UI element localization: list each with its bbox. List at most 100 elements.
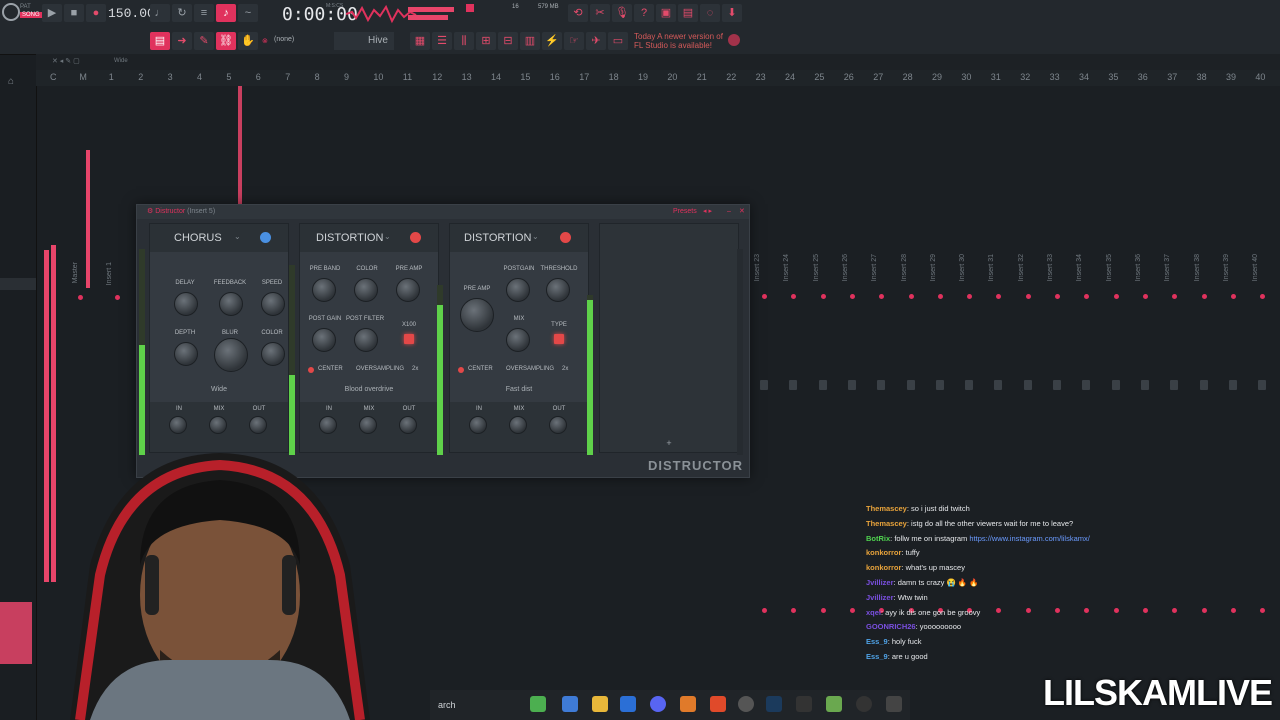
- loop-record-icon[interactable]: ↻: [172, 4, 192, 22]
- step-edit-icon[interactable]: ≡: [194, 4, 214, 22]
- insert-route-dot[interactable]: [1055, 294, 1060, 299]
- 4k-app-icon[interactable]: [856, 696, 872, 712]
- chat-icon[interactable]: ◌: [700, 4, 720, 22]
- pat-label[interactable]: PAT: [20, 4, 31, 10]
- insert-route-dot[interactable]: [762, 294, 767, 299]
- insert-route-dot[interactable]: [1260, 294, 1266, 299]
- insert-volume-fader[interactable]: [965, 380, 974, 390]
- add-module-button[interactable]: +: [600, 438, 738, 448]
- insert-route-dot[interactable]: [791, 294, 797, 299]
- feedback-knob[interactable]: [219, 292, 243, 316]
- dist1-color-knob[interactable]: [354, 278, 378, 302]
- help-icon[interactable]: ?: [634, 4, 654, 22]
- chorus-power-icon[interactable]: [260, 232, 271, 243]
- link-icon[interactable]: ⛓: [216, 32, 236, 50]
- dist2-center-led[interactable]: [458, 367, 464, 373]
- chat-username[interactable]: Themascey: [866, 519, 907, 528]
- post-gain-knob[interactable]: [312, 328, 336, 352]
- insert-volume-fader[interactable]: [818, 380, 827, 390]
- postgain-knob[interactable]: [506, 278, 530, 302]
- x100-toggle[interactable]: [404, 334, 414, 344]
- dist1-mode-select[interactable]: Blood overdrive: [300, 386, 438, 393]
- distortion2-power-icon[interactable]: [560, 232, 571, 243]
- preset-dropdown[interactable]: (none): [274, 36, 294, 43]
- insert-route-dot[interactable]: [1084, 294, 1090, 299]
- pencil-icon[interactable]: ✎: [194, 32, 214, 50]
- pin-icon[interactable]: ⌂: [8, 76, 14, 87]
- dist1-oversampling-value[interactable]: 2x: [412, 366, 418, 372]
- chat-username[interactable]: konkorror: [866, 563, 901, 572]
- insert-send-dot[interactable]: [849, 608, 855, 613]
- tempo-tapper-icon[interactable]: ✈: [586, 32, 606, 50]
- chat-link[interactable]: https://www.instagram.com/lilskamx/: [969, 534, 1089, 543]
- insert-route-dot[interactable]: [1230, 294, 1236, 299]
- distortion1-power-icon[interactable]: [410, 232, 421, 243]
- pre-band-knob[interactable]: [312, 278, 336, 302]
- insert-route-dot[interactable]: [1113, 294, 1119, 299]
- insert-route-dot[interactable]: [908, 294, 914, 299]
- link-target-icon[interactable]: ⊗: [262, 37, 268, 45]
- fl-logo-icon[interactable]: [2, 3, 20, 21]
- chorus-mode-select[interactable]: Wide: [150, 386, 288, 393]
- browser-icon[interactable]: ⊟: [498, 32, 518, 50]
- piano-roll-icon[interactable]: ▦: [410, 32, 430, 50]
- news-icon[interactable]: ▭: [608, 32, 628, 50]
- post-filter-knob[interactable]: [354, 328, 378, 352]
- timeline-ruler[interactable]: C M 1 2 3 4 5 6 7 8 9 10 11 12 13 14 15 16 17 18 19 20 21 22 23 2…: [36, 70, 1280, 86]
- dist2-in-knob[interactable]: [469, 416, 487, 434]
- taskbar-search[interactable]: arch: [438, 700, 456, 710]
- cut-icon[interactable]: ✂: [590, 4, 610, 22]
- insert-volume-fader[interactable]: [877, 380, 886, 390]
- insert-route-dot[interactable]: [967, 294, 973, 299]
- android-app-icon[interactable]: [530, 696, 546, 712]
- close-icon[interactable]: ✕: [739, 205, 745, 219]
- dist2-mix-knob[interactable]: [506, 328, 530, 352]
- insert-volume-fader[interactable]: [1228, 380, 1237, 390]
- insert-route-dot[interactable]: [820, 294, 826, 299]
- chat-username[interactable]: Ess_9: [866, 652, 888, 661]
- mixer-icon[interactable]: ⫼: [454, 32, 474, 50]
- touch-icon[interactable]: ☞: [564, 32, 584, 50]
- blur-knob[interactable]: [214, 338, 248, 372]
- dist2-oversampling-value[interactable]: 2x: [562, 366, 568, 372]
- insert-route-dot[interactable]: [1172, 294, 1178, 299]
- dist1-in-knob[interactable]: [319, 416, 337, 434]
- arrow-right-icon[interactable]: ➜: [172, 32, 192, 50]
- app-icon[interactable]: [796, 696, 812, 712]
- distortion2-header[interactable]: DISTORTION ⌄: [450, 224, 588, 252]
- wait-input-icon[interactable]: ~: [238, 4, 258, 22]
- insert-volume-fader[interactable]: [1053, 380, 1061, 390]
- chat-username[interactable]: konkorror: [866, 548, 901, 557]
- obs-icon[interactable]: [738, 696, 754, 712]
- insert-route-dot[interactable]: [996, 294, 1002, 299]
- insert-send-dot[interactable]: [820, 608, 826, 613]
- mic-icon[interactable]: 🎙: [612, 4, 632, 22]
- insert-volume-fader[interactable]: [760, 380, 768, 390]
- chat-username[interactable]: Jvillizer: [866, 578, 894, 587]
- plugin-picker-icon[interactable]: ⊞: [476, 32, 496, 50]
- insert1-route-dot[interactable]: [115, 295, 120, 300]
- chorus-dropdown-icon[interactable]: ⌄: [234, 232, 241, 241]
- insert-volume-fader[interactable]: [789, 380, 798, 390]
- chat-username[interactable]: Ess_9: [866, 637, 888, 646]
- insert-route-dot[interactable]: [1025, 294, 1031, 299]
- distortion1-header[interactable]: DISTORTION ⌄: [300, 224, 438, 252]
- preset-nav-icon[interactable]: ◂ ▸: [703, 205, 712, 219]
- sidebar-selected-row[interactable]: [0, 278, 36, 290]
- insert-volume-fader[interactable]: [1258, 380, 1267, 390]
- plugin-titlebar[interactable]: ⚙ Distructor (Insert 5) Presets ◂ ▸ – ✕: [137, 205, 749, 219]
- stop-button[interactable]: ■: [64, 4, 84, 22]
- minecraft-icon[interactable]: [826, 696, 842, 712]
- chorus-out-knob[interactable]: [249, 416, 267, 434]
- insert-volume-fader[interactable]: [1140, 380, 1149, 390]
- chorus-in-knob[interactable]: [169, 416, 187, 434]
- dist2-pre-amp-knob[interactable]: [460, 298, 494, 332]
- chat-username[interactable]: BotRix: [866, 534, 890, 543]
- dist1-center-led[interactable]: [308, 367, 314, 373]
- store-icon[interactable]: [620, 696, 636, 712]
- type-toggle[interactable]: [554, 334, 564, 344]
- chat-username[interactable]: Themascey: [866, 504, 907, 513]
- insert-volume-fader[interactable]: [935, 380, 944, 390]
- play-button[interactable]: ▶: [42, 4, 62, 22]
- shop-icon[interactable]: ▤: [678, 4, 698, 22]
